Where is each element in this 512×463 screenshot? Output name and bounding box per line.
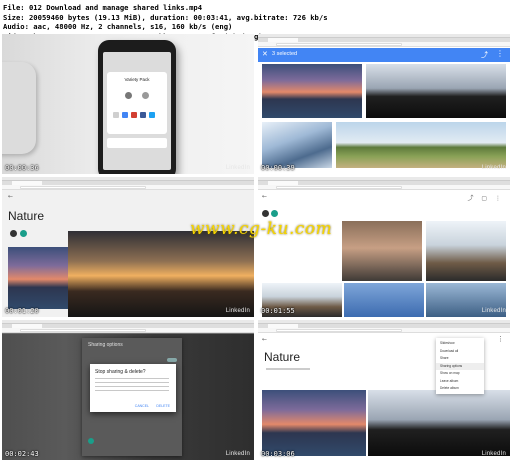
timestamp: 00:02:43 (5, 450, 39, 458)
timestamp: 00:03:06 (261, 450, 295, 458)
menu-item-show-on-map[interactable]: Show on map (436, 370, 484, 378)
laptop-corner (2, 62, 36, 154)
phone-screen: Variety Pack (103, 52, 171, 170)
address-bar (258, 185, 510, 190)
avatar (262, 210, 269, 217)
address-bar (258, 328, 510, 333)
photo-thumbnail[interactable] (262, 390, 366, 456)
share-app-icon[interactable] (113, 112, 119, 118)
photo-thumbnail[interactable] (262, 122, 332, 168)
toolbar-icons[interactable]: ⤴ ▢ ⋮ (468, 193, 504, 202)
album-menu: Slideshow Download all Share Sharing opt… (436, 338, 484, 394)
more-icon[interactable]: ⋮ (496, 49, 504, 58)
file-info-name: File: 012 Download and manage shared lin… (3, 3, 203, 12)
back-arrow-icon[interactable]: ← (8, 193, 13, 200)
menu-item-leave-album[interactable]: Leave album (436, 378, 484, 386)
url-field[interactable] (276, 186, 402, 189)
photo-thumbnail[interactable] (366, 64, 506, 118)
frame-6: ← Nature Slideshow Download all Share Sh… (258, 320, 510, 460)
avatar (125, 92, 132, 99)
share-app-icon[interactable] (149, 112, 155, 118)
share-icon[interactable]: ⤴ (481, 50, 488, 60)
brand-logo: LinkedIn (481, 165, 506, 171)
back-arrow-icon[interactable]: ← (262, 336, 267, 343)
timestamp: 00:00:36 (5, 164, 39, 172)
avatar (10, 230, 17, 237)
stop-sharing-dialog: Stop sharing & delete? CANCEL DELETE (90, 364, 176, 412)
photo-thumbnail[interactable] (344, 283, 424, 317)
brand-logo: LinkedIn (225, 308, 250, 314)
avatar (88, 438, 94, 444)
share-app-icon[interactable] (140, 112, 146, 118)
dialog-title: Sharing options (88, 342, 123, 348)
menu-item-sharing-options[interactable]: Sharing options (436, 362, 484, 370)
address-bar (2, 328, 254, 333)
url-field[interactable] (276, 43, 402, 46)
menu-item-share[interactable]: Share (436, 355, 484, 363)
share-app-icon[interactable] (131, 112, 137, 118)
back-arrow-icon[interactable]: ← (262, 193, 267, 200)
frame-3: ← Nature 00:01:20 LinkedIn (2, 177, 254, 317)
frame-5: Sharing options Stop sharing & delete? C… (2, 320, 254, 460)
brand-logo: LinkedIn (481, 308, 506, 314)
brand-logo: LinkedIn (225, 165, 250, 171)
more-icon[interactable]: ⋮ (497, 335, 504, 343)
cover-photo[interactable] (68, 231, 254, 317)
share-sheet: Variety Pack (107, 72, 167, 134)
frame-2: ✕ 3 selected ⤴ ⋮ 00:00:39 LinkedIn (258, 34, 510, 174)
share-icon[interactable] (20, 230, 27, 237)
selection-label: 3 selected (272, 51, 298, 57)
confirm-body (95, 378, 169, 392)
album-title: Nature (8, 209, 45, 223)
delete-button[interactable]: DELETE (156, 404, 170, 408)
menu-item-delete-album[interactable]: Delete album (436, 385, 484, 393)
frame-4: ← ⤴ ▢ ⋮ 00:01:55 LinkedIn (258, 177, 510, 317)
contact-sheet: File: 012 Download and manage shared lin… (0, 0, 512, 463)
address-bar (2, 185, 254, 190)
phone-title: Variety Pack (124, 77, 150, 82)
menu-item-slideshow[interactable]: Slideshow (436, 340, 484, 348)
file-info-size: Size: 20059460 bytes (19.13 MiB), durati… (3, 12, 328, 22)
url-field[interactable] (20, 186, 146, 189)
timestamp: 00:01:20 (5, 307, 39, 315)
timestamp: 00:01:55 (261, 307, 295, 315)
share-toggle[interactable] (167, 358, 177, 362)
watermark: www.cg-ku.com (190, 219, 333, 239)
selection-bar: ✕ 3 selected ⤴ ⋮ (258, 48, 510, 62)
url-field[interactable] (20, 329, 146, 332)
brand-logo: LinkedIn (225, 451, 250, 457)
photo-thumbnail[interactable] (426, 221, 506, 281)
address-bar (258, 42, 510, 47)
close-icon[interactable]: ✕ (262, 50, 268, 58)
photo-thumbnail[interactable] (336, 122, 506, 168)
avatar (142, 92, 149, 99)
confirm-title: Stop sharing & delete? (95, 369, 146, 375)
share-icon[interactable] (271, 210, 278, 217)
brand-logo: LinkedIn (481, 451, 506, 457)
album-title: Nature (264, 350, 301, 364)
photo-thumbnail[interactable] (368, 390, 510, 456)
file-info-audio: Audio: aac, 48000 Hz, 2 channels, s16, 1… (3, 22, 233, 32)
menu-item-download-all[interactable]: Download all (436, 348, 484, 356)
photo-thumbnail[interactable] (342, 221, 422, 281)
share-cancel-bar[interactable] (107, 138, 167, 148)
frame-1: Variety Pack 00:00:36 LinkedIn (2, 34, 254, 174)
album-date (266, 368, 310, 370)
timestamp: 00:00:39 (261, 164, 295, 172)
share-app-icon[interactable] (122, 112, 128, 118)
cancel-button[interactable]: CANCEL (135, 404, 149, 408)
phone: Variety Pack (98, 40, 176, 174)
photo-thumbnail[interactable] (262, 64, 362, 118)
url-field[interactable] (276, 329, 402, 332)
